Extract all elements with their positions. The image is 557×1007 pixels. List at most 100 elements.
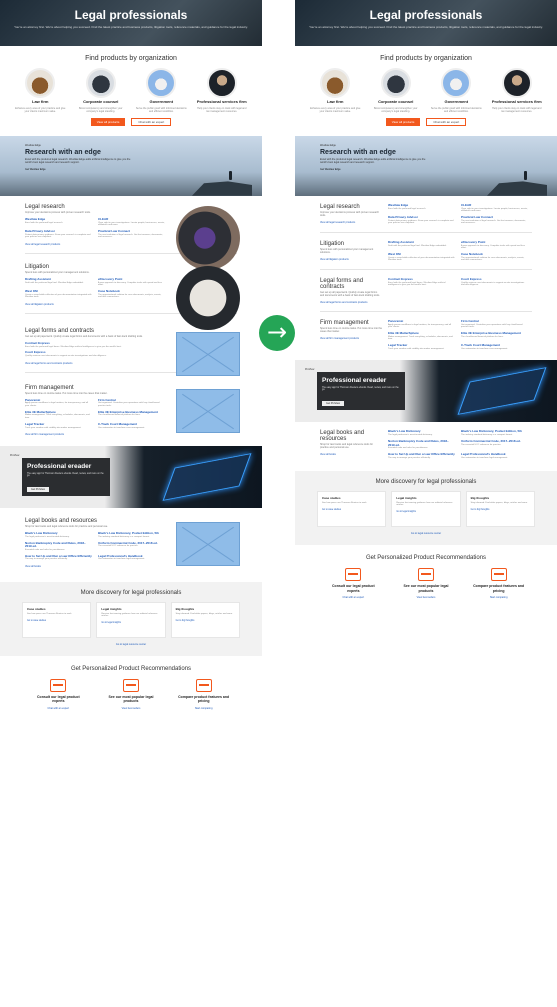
page-before: Legal professionals You're an attorney f… <box>0 0 262 1007</box>
org-corporate[interactable]: Corporate counsel Boost competency and st… <box>75 68 127 113</box>
proview-banner: ProView Professional ereader The easy ap… <box>295 360 557 423</box>
org-government[interactable]: Government Serve the public good with inf… <box>430 68 482 113</box>
rec-link[interactable]: Start comparing <box>471 596 526 599</box>
page-after: Legal professionals You're an attorney f… <box>295 0 557 1007</box>
card-title: Big thoughts <box>175 607 195 612</box>
ereader-card: Professional ereader The easy app for Th… <box>22 458 110 497</box>
product-desc: Quickly retrieve court documents to supp… <box>25 355 107 358</box>
forms-section: Legal forms and contracts Get set up all… <box>0 328 262 376</box>
person-image <box>229 170 232 180</box>
big-thoughts-card[interactable]: Big thoughts Stay informed. Find white pa… <box>170 602 240 639</box>
org-corporate[interactable]: Corporate counsel Boost competency and st… <box>370 68 422 113</box>
rec-label: See our most popular legal products <box>108 695 154 704</box>
view-all-link[interactable]: View all firm management products <box>320 337 382 340</box>
rec-popular[interactable]: See our most popular legal products View … <box>103 679 158 710</box>
org-government[interactable]: Government Serve the public good with inf… <box>135 68 187 113</box>
more-discovery-section: More discovery for legal professionals C… <box>295 471 557 546</box>
books-section: Legal books and resources Shop for law bo… <box>295 430 557 459</box>
rec-compare[interactable]: Compare product features and pricing Star… <box>471 568 526 599</box>
rec-label: Compare product features and pricing <box>473 584 525 593</box>
org-label: Law firm <box>327 99 344 104</box>
product-desc: The cloud-based financial platform for f… <box>461 335 504 338</box>
view-all-products-button[interactable]: View all products <box>385 117 421 126</box>
ereader-desc: The easy app for Thomson Reuters ebooks.… <box>27 473 104 478</box>
rec-label: Consult our legal product experts <box>37 695 80 704</box>
search-list-icon <box>417 568 434 582</box>
section-subtitle: Spend less time on routine tasks. Put mo… <box>320 326 382 333</box>
product-desc: Excel with the preferred legal forms. We… <box>25 345 122 348</box>
product-desc: Excel with the preferred legal research. <box>25 221 63 224</box>
get-proview-button[interactable]: Get ProView <box>322 401 344 407</box>
card-link[interactable]: Go to big thoughts <box>471 509 530 511</box>
product-desc: The next evolution of legal research. Ge… <box>461 219 526 225</box>
westlaw-banner: Westlaw Edge Research with an edge Excel… <box>0 135 262 196</box>
card-title: Case studies <box>322 496 341 501</box>
banner-link[interactable]: Get Westlaw Edge <box>320 168 532 171</box>
card-desc: See how peers use Thomson Reuters to wor… <box>322 502 367 505</box>
product-desc: Use automation to transform case managem… <box>98 426 145 429</box>
section-title: More discovery for legal professionals <box>375 479 477 486</box>
image-placeholder <box>176 331 240 376</box>
view-all-link[interactable]: View all firm management products <box>25 433 237 436</box>
org-law-firm[interactable]: Law firm Enhance every area of your pract… <box>309 68 361 113</box>
rec-link[interactable]: View best sellers <box>398 596 453 599</box>
card-title: Case studies <box>27 607 46 612</box>
product-desc: Create a searchable collection of your d… <box>388 256 455 262</box>
card-link[interactable]: Go to case studies <box>27 620 86 622</box>
view-all-link[interactable]: View all legal forms and contracts produ… <box>320 301 382 304</box>
product-desc: The essential UCC reference for practice… <box>461 443 502 446</box>
legal-insights-card[interactable]: Legal insights Receive fast-moving guidan… <box>391 491 461 528</box>
legal-insights-card[interactable]: Legal insights Receive fast-moving guidan… <box>96 602 166 639</box>
org-label: Law firm <box>32 99 49 104</box>
divider <box>320 231 532 233</box>
product-desc: The essential UCC reference for practice… <box>98 545 139 548</box>
view-all-link[interactable]: View all litigation products <box>320 258 382 261</box>
card-link[interactable]: Go to case studies <box>322 509 381 511</box>
org-professional[interactable]: Professional services firm Help your clie… <box>196 68 248 113</box>
case-studies-card[interactable]: Case studies See how peers use Thomson Re… <box>22 602 92 639</box>
product-desc: The industry standard dictionary in a co… <box>461 434 513 437</box>
org-law-firm[interactable]: Law firm Enhance every area of your pract… <box>14 68 66 113</box>
rec-experts[interactable]: Consult our legal product experts Chat wi… <box>31 679 86 710</box>
rec-link[interactable]: Chat with an expert <box>31 707 86 710</box>
product-link[interactable]: Uniform Commercial Code, 2017–2018 ed. <box>461 439 528 444</box>
page-title: Legal professionals <box>369 8 483 22</box>
hero-banner: Legal professionals You're an attorney f… <box>295 0 557 46</box>
org-professional[interactable]: Professional services firm Help your clie… <box>491 68 543 113</box>
org-desc: Enhance every area of your practice and … <box>15 106 66 113</box>
product-link[interactable]: Norton Bankruptcy Code and Rules, 2018–2… <box>25 541 92 550</box>
get-proview-button[interactable]: Get ProView <box>27 487 49 493</box>
rec-popular[interactable]: See our most popular legal products View … <box>398 568 453 599</box>
product-desc: Clear sight in your investigations. Loca… <box>461 207 528 213</box>
card-link[interactable]: Go to legal insights <box>396 511 455 513</box>
resource-center-link[interactable]: Go to legal resource center <box>317 532 535 535</box>
resource-center-link[interactable]: Go to legal resource center <box>22 643 240 646</box>
view-all-link[interactable]: View all books <box>320 453 382 456</box>
rec-link[interactable]: Start comparing <box>176 707 231 710</box>
professional-image <box>206 68 237 98</box>
rec-compare[interactable]: Compare product features and pricing Star… <box>176 679 231 710</box>
big-thoughts-card[interactable]: Big thoughts Stay informed. Find white pa… <box>465 491 535 528</box>
card-link[interactable]: Go to legal insights <box>101 622 160 624</box>
product-desc: The legal profession's most-trusted dict… <box>388 434 433 437</box>
view-all-link[interactable]: View all legal research products <box>320 221 382 224</box>
view-all-products-button[interactable]: View all products <box>90 117 126 126</box>
chat-expert-button[interactable]: Chat with an expert <box>131 117 172 126</box>
org-label: Professional services firm <box>196 99 247 104</box>
section-title: Get Personalized Product Recommendations <box>70 666 192 673</box>
product-desc: Protect data privacy guidance. Know your… <box>25 233 91 239</box>
product-desc: Use automation to transform legal manage… <box>461 456 508 459</box>
rec-experts[interactable]: Consult our legal product experts Chat wi… <box>326 568 381 599</box>
ereader-tag: ProView <box>10 454 20 458</box>
org-desc: Serve the public good with informed deci… <box>430 106 482 113</box>
chat-expert-button[interactable]: Chat with an expert <box>426 117 467 126</box>
card-link[interactable]: Go to big thoughts <box>176 620 235 622</box>
product-desc: Essential code and rules for practitione… <box>25 549 66 552</box>
case-studies-card[interactable]: Case studies See how peers use Thomson Re… <box>317 491 387 528</box>
product-desc: The way to manage your practice efficien… <box>25 558 68 561</box>
card-desc: Receive fast-moving guidance from our ed… <box>101 613 158 618</box>
banner-link[interactable]: Get Westlaw Edge <box>25 168 237 171</box>
rec-link[interactable]: View best sellers <box>103 707 158 710</box>
org-desc: Boost competency and strengthen your com… <box>374 106 418 113</box>
rec-link[interactable]: Chat with an expert <box>326 596 381 599</box>
